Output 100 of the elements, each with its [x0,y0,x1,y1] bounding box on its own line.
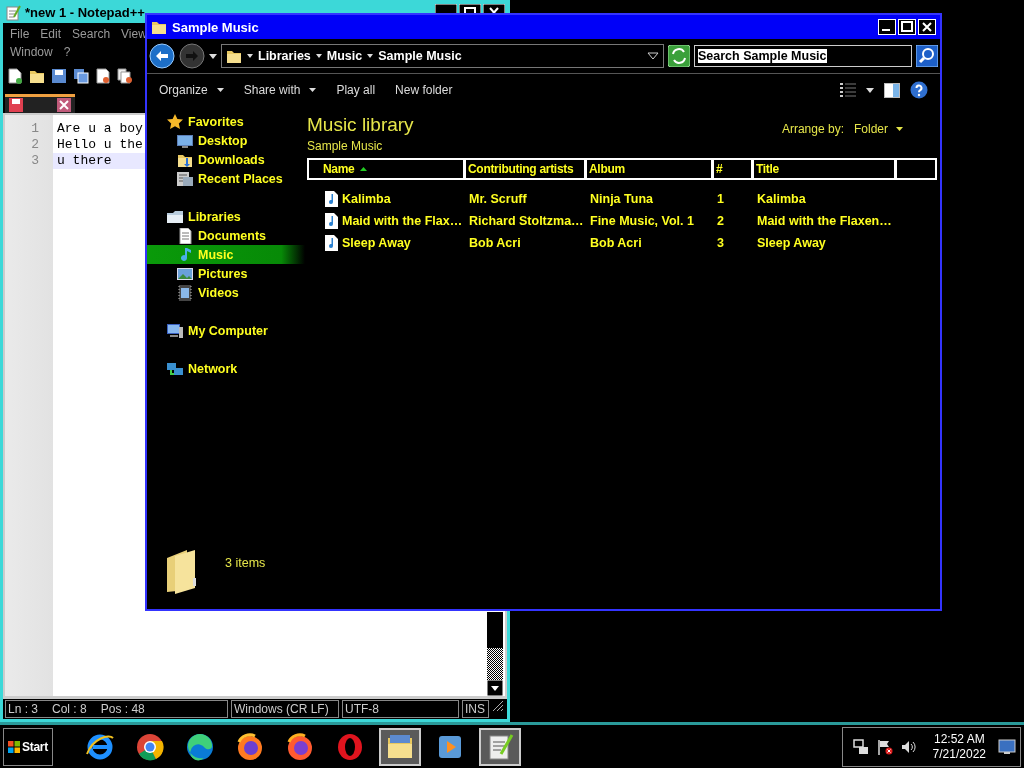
arrange-dropdown[interactable]: Folder [854,122,903,136]
close-icon[interactable] [57,98,71,112]
table-cell: Fine Music, Vol. 1 [590,214,694,228]
resize-grip-icon [492,700,504,712]
caret-icon[interactable] [866,87,874,93]
close-all-icon[interactable] [117,68,133,84]
forward-button[interactable] [179,43,205,69]
table-cell: Sleep Away [342,236,411,250]
item-count: 3 items [225,556,266,570]
status-text: Windows (CR LF) [231,700,339,718]
toolbar-button[interactable]: Organize [159,83,224,97]
menu-item[interactable]: ? [63,45,71,59]
column-header[interactable]: Title [753,158,896,180]
preview-pane-icon[interactable] [884,82,900,98]
nav-item[interactable]: Network [147,359,305,378]
taskbar-button[interactable] [378,727,421,766]
search-button[interactable] [916,45,938,67]
scrollbar-thumb[interactable] [487,612,503,648]
nav-item[interactable]: Pictures [147,264,305,283]
library-title: Music library [307,114,414,136]
documents-icon [177,227,193,244]
save-all-icon[interactable] [73,68,89,84]
menu-item[interactable]: Window [10,45,53,59]
code-line: Are u a boy [57,121,143,137]
table-cell: Richard Stoltzma… [469,214,584,228]
nav-item[interactable]: Desktop [147,131,305,150]
window-title: *new 1 - Notepad++ [25,5,145,20]
desktop-icon [177,132,193,149]
folder-icon [226,48,242,64]
help-icon[interactable] [910,81,928,99]
taskbar-button[interactable] [478,727,521,766]
table-cell: Bob Acri [469,236,521,250]
column-header[interactable]: Name [307,158,465,180]
music-file-icon [325,191,338,207]
videos-icon [177,284,193,301]
search-field[interactable]: Search Sample Music [694,45,912,67]
back-button[interactable] [149,43,175,69]
flag-icon[interactable] [876,738,893,755]
dropdown-arrow-icon[interactable] [209,53,217,59]
nav-item[interactable]: Music [147,245,305,264]
line-number: 3 [30,153,40,169]
network-icon[interactable] [852,738,869,755]
table-cell: 2 [717,214,724,228]
notepad-icon [5,4,21,21]
menu-item[interactable]: Edit [40,27,62,41]
nav-item[interactable]: Documents [147,226,305,245]
show-desktop-icon[interactable] [998,738,1016,755]
save-icon[interactable] [51,68,67,84]
toolbar-button[interactable]: Share with [243,83,317,97]
folder-icon [165,548,197,594]
view-options-icon[interactable] [840,83,856,97]
nav-item[interactable]: My Computer [147,321,305,340]
table-cell: 3 [717,236,724,250]
refresh-button[interactable] [668,45,690,67]
toolbar-button[interactable]: Play all [336,83,376,97]
status-text: Col : 8 [52,702,87,716]
maximize-button[interactable] [898,19,916,35]
menu-item[interactable]: File [10,27,30,41]
libraries-icon [167,208,183,225]
column-header[interactable]: Contributing artists [465,158,586,180]
close-file-icon[interactable] [95,68,111,84]
table-cell: Bob Acri [590,236,642,250]
recent-places-icon [177,170,193,187]
start-button[interactable]: Start [3,727,53,766]
column-header[interactable]: # [713,158,753,180]
code-line: u there [57,153,112,169]
table-cell: Maid with the Flaxen… [757,214,892,228]
address-bar[interactable]: Libraries Music Sample Music [221,44,664,68]
network-icon [167,360,183,377]
arrange-label: Arrange by: [781,122,844,136]
menu-item[interactable]: Search [72,27,111,41]
breadcrumb-item[interactable]: Libraries [258,49,311,63]
music-file-icon [325,213,338,229]
new-file-icon[interactable] [7,68,23,84]
nav-item[interactable]: Libraries [147,207,305,226]
browser-icon [184,731,215,762]
line-number: 1 [30,121,40,137]
breadcrumb-item[interactable]: Sample Music [378,49,462,63]
table-cell: Maid with the Flax… [342,214,463,228]
nav-item[interactable]: Videos [147,283,305,302]
library-subtitle: Sample Music [307,139,384,153]
star-icon [167,113,183,130]
nav-item[interactable]: Downloads [147,150,305,169]
table-cell: Ninja Tuna [590,192,653,206]
toolbar-button[interactable]: New folder [395,83,453,97]
table-cell: Sleep Away [757,236,826,250]
column-header[interactable]: Album [586,158,713,180]
table-cell: Kalimba [342,192,391,206]
dropdown-arrow-icon[interactable] [647,52,659,60]
scroll-down-button[interactable] [487,680,503,696]
nav-item[interactable]: Favorites [147,112,305,131]
file-tab[interactable] [5,94,75,113]
minimize-button[interactable] [878,19,896,35]
close-button[interactable] [918,19,936,35]
table-cell: Kalimba [757,192,806,206]
column-header[interactable] [896,158,937,180]
breadcrumb-item[interactable]: Music [326,49,363,63]
open-folder-icon[interactable] [29,68,45,84]
windows-logo-icon [8,740,20,753]
nav-item[interactable]: Recent Places [147,169,305,188]
